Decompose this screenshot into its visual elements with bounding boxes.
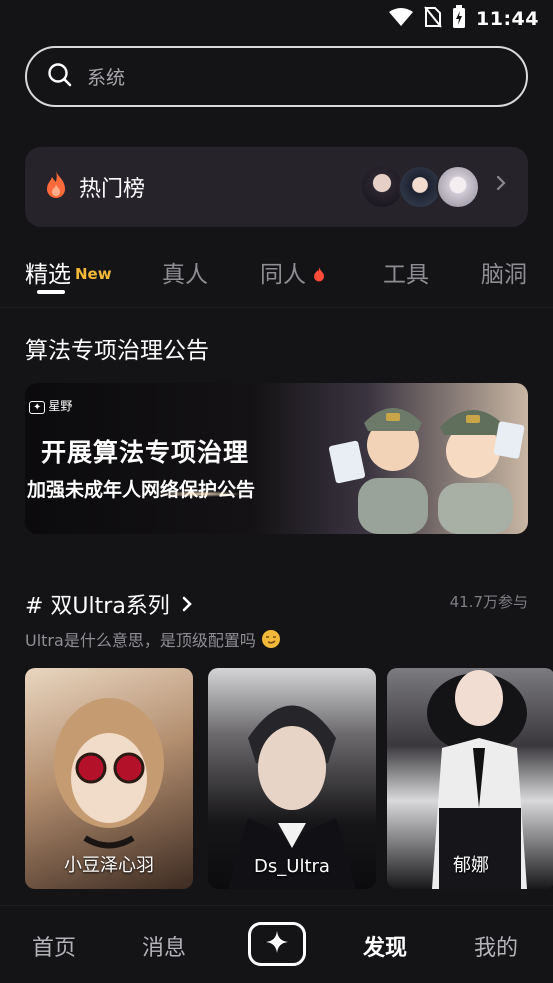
topic-description-text: Ultra是什么意思，是顶级配置吗 [25, 631, 256, 650]
nav-discover[interactable]: 发现 [363, 930, 407, 962]
character-card-list: 小豆泽心羽 Ds_Ultra 郁娜 [25, 668, 553, 889]
sparkle-icon [265, 930, 289, 958]
banner-headline: 开展算法专项治理 [41, 438, 250, 467]
police-illustration [328, 408, 525, 534]
character-card[interactable]: 小豆泽心羽 [25, 668, 193, 889]
announcement-banner[interactable]: ✦ 星野 开展算法专项治理 加强未成年人网络保护公告 [25, 383, 528, 534]
tab-label: 真人 [162, 262, 208, 288]
search-input[interactable]: 系统 [25, 46, 528, 107]
nav-profile[interactable]: 我的 [474, 930, 518, 962]
fire-icon [313, 262, 325, 288]
divider [0, 307, 553, 308]
nav-home[interactable]: 首页 [32, 930, 76, 962]
tab-label: 精选 [25, 262, 71, 288]
create-button[interactable] [248, 922, 306, 966]
brand-logo: ✦ 星野 [29, 397, 72, 414]
hot-list-label: 热门榜 [79, 177, 146, 202]
chevron-right-icon [496, 175, 506, 195]
no-sim-icon [424, 6, 442, 32]
topic-participants: 41.7万参与 [449, 593, 528, 611]
search-placeholder: 系统 [87, 67, 126, 89]
smirk-emoji-icon [261, 629, 281, 653]
nav-messages[interactable]: 消息 [142, 930, 186, 962]
tab-real-person[interactable]: 真人 [162, 255, 208, 289]
tab-tools[interactable]: 工具 [383, 255, 429, 289]
avatar [436, 165, 480, 209]
tab-brainstorm[interactable]: 脑洞 [481, 255, 527, 289]
announcement-title: 算法专项治理公告 [25, 338, 209, 364]
active-tab-indicator [37, 290, 65, 294]
status-bar: 11:44 [0, 0, 553, 38]
bottom-nav: 首页 消息 发现 我的 [0, 905, 553, 983]
chevron-right-icon [182, 596, 192, 612]
topic-title-text: # 双Ultra系列 [25, 594, 170, 619]
status-time: 11:44 [476, 8, 539, 30]
tab-label: 脑洞 [481, 262, 527, 288]
battery-charging-icon [452, 5, 466, 33]
character-name: 郁娜 [453, 855, 489, 876]
category-tabs: 精选 New 真人 同人 工具 脑洞 [0, 255, 553, 295]
banner-glow [155, 491, 245, 497]
tab-fan-fiction[interactable]: 同人 [260, 255, 325, 289]
topic-title[interactable]: # 双Ultra系列 [25, 588, 192, 620]
new-badge: New [75, 265, 112, 283]
character-card[interactable]: 郁娜 [387, 668, 553, 889]
tab-label: 工具 [383, 262, 429, 288]
character-name: Ds_Ultra [254, 856, 330, 877]
character-card[interactable]: Ds_Ultra [208, 668, 376, 889]
brand-name: 星野 [48, 399, 73, 413]
tab-label: 同人 [260, 262, 306, 288]
fire-icon [43, 170, 69, 204]
search-icon [47, 62, 73, 92]
character-name: 小豆泽心羽 [64, 855, 154, 876]
banner-subheadline: 加强未成年人网络保护公告 [27, 479, 256, 501]
hot-list-avatars [360, 165, 480, 209]
wifi-icon [388, 7, 414, 31]
topic-description: Ultra是什么意思，是顶级配置吗 [25, 627, 281, 653]
hot-list-entry[interactable]: 热门榜 [25, 147, 528, 227]
tab-featured[interactable]: 精选 New [25, 255, 112, 289]
